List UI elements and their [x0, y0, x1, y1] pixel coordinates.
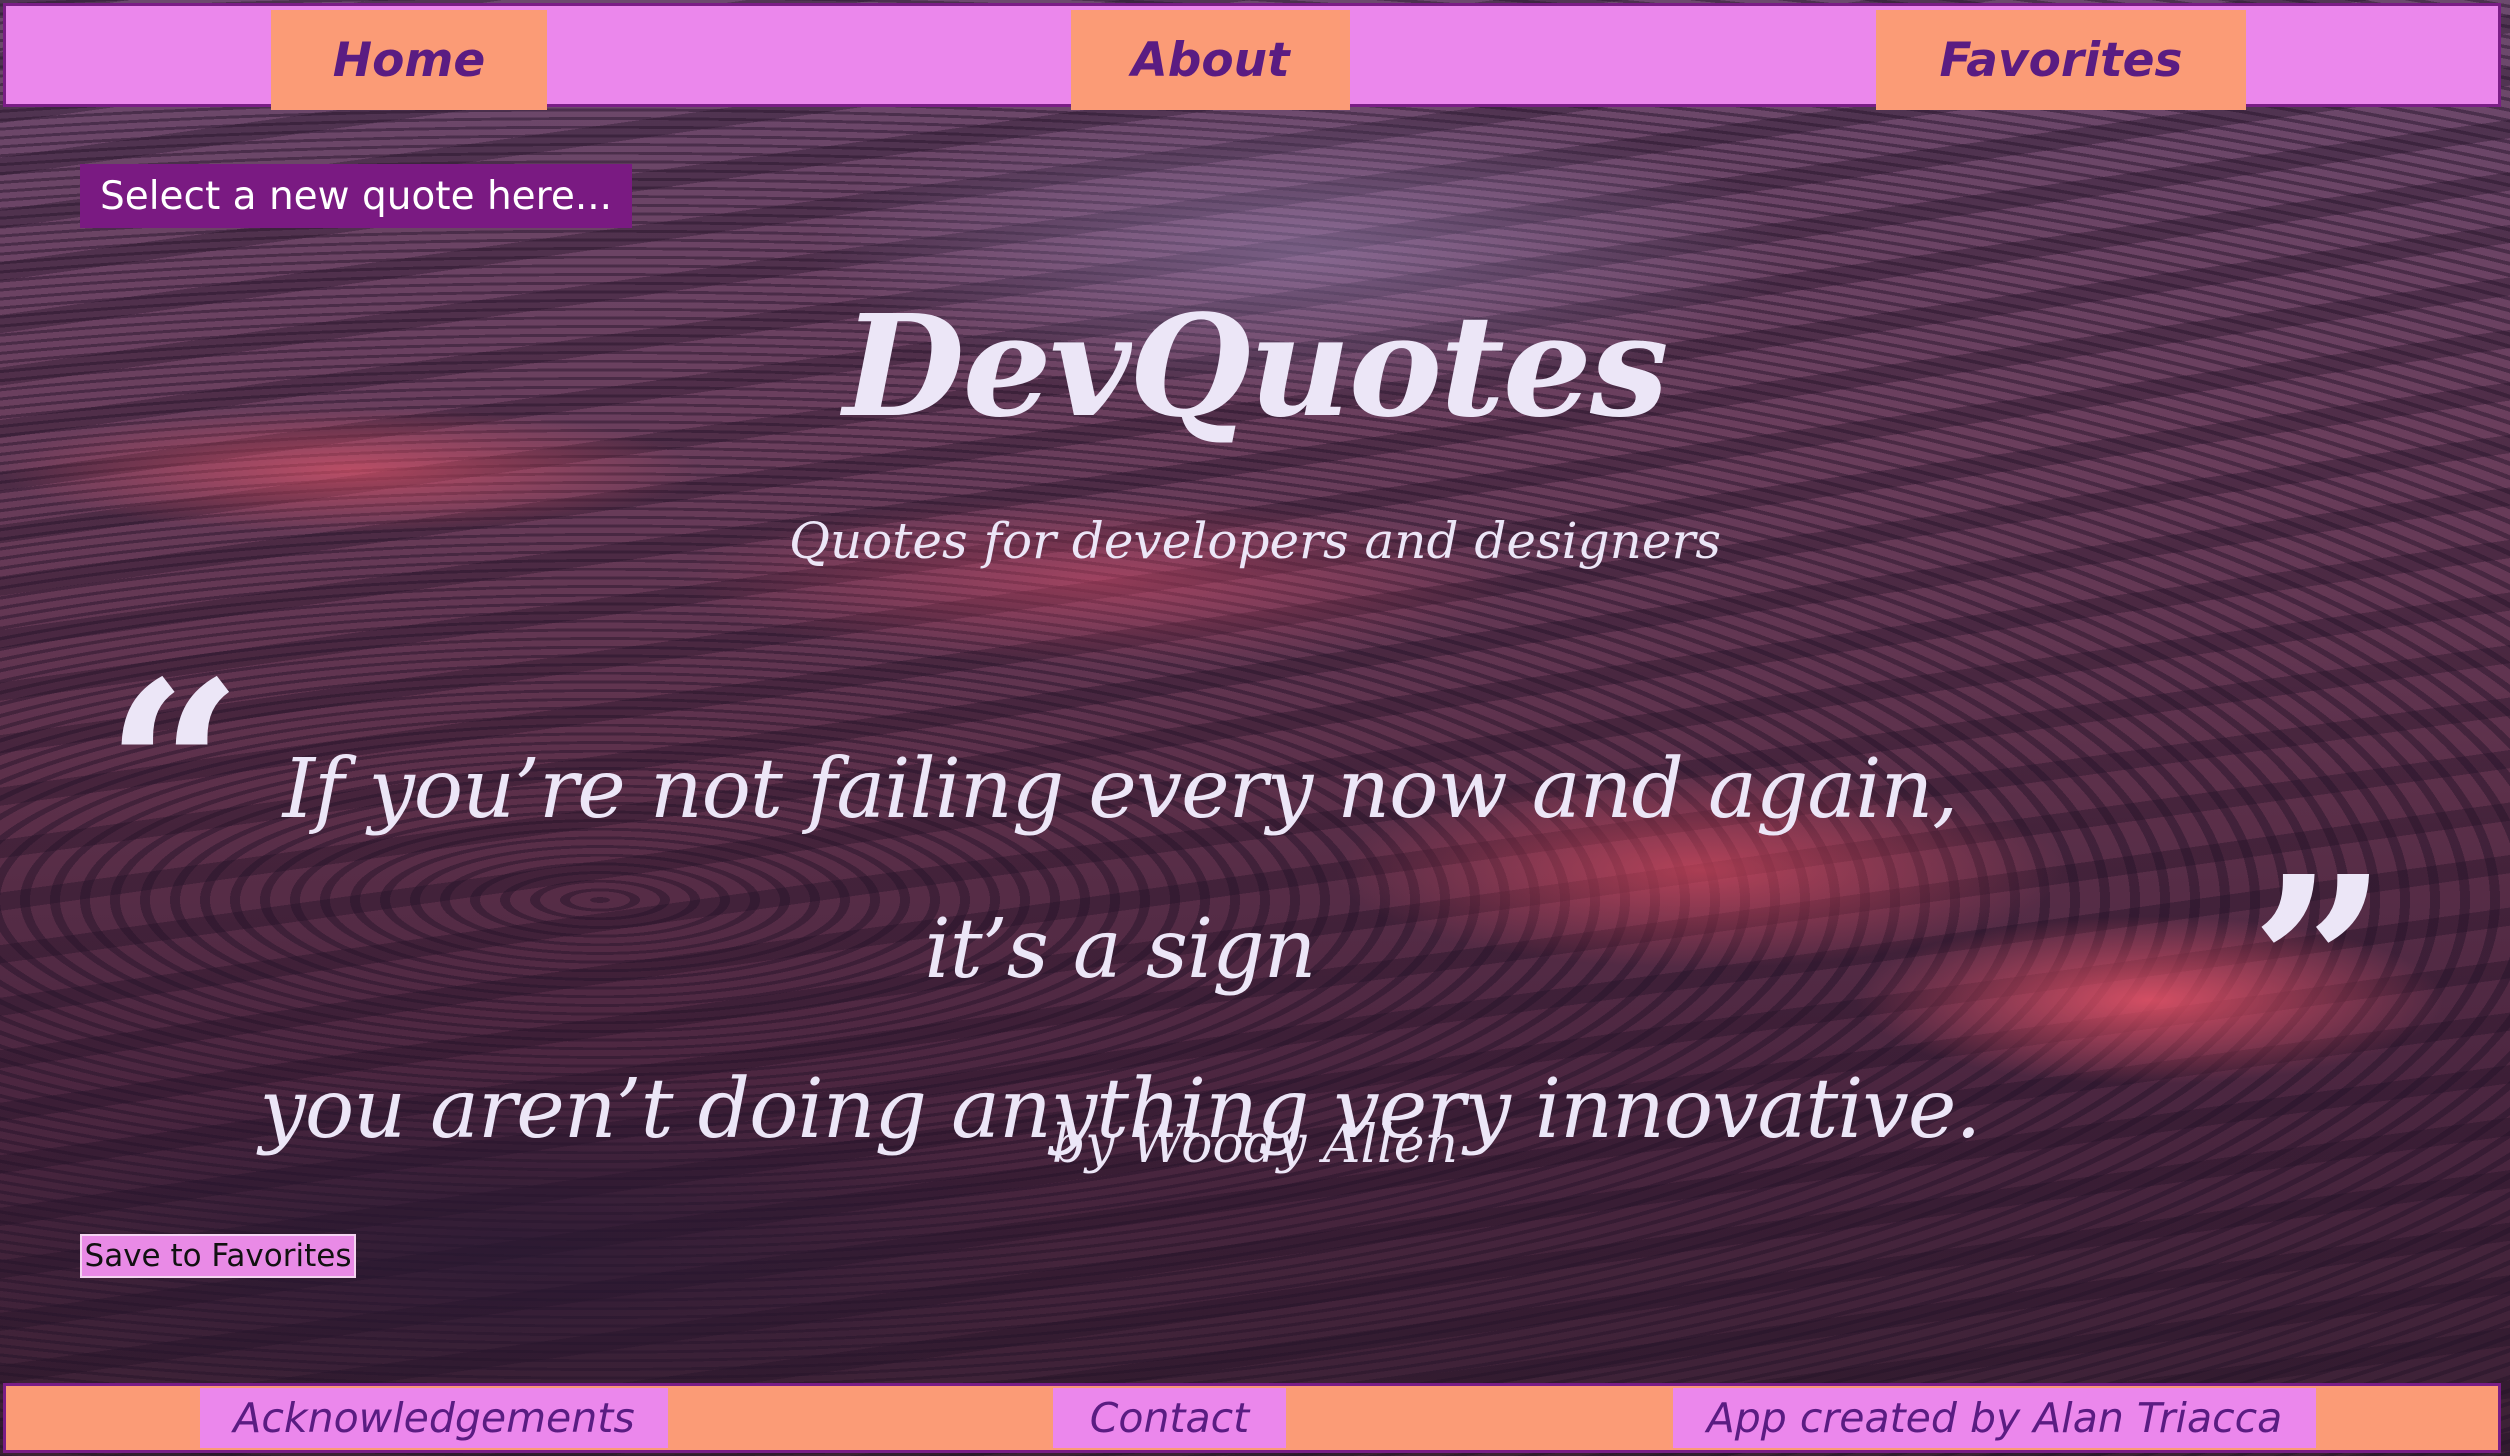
- footer-contact-link[interactable]: Contact: [1053, 1388, 1286, 1448]
- top-navbar: Home About Favorites: [3, 3, 2501, 110]
- footer-bar: Acknowledgements Contact App created by …: [3, 1383, 2501, 1453]
- quote-author: by Woody Allen: [1052, 1115, 1458, 1175]
- quote-line-1: If you’re not failing every now and agai…: [282, 742, 1959, 997]
- nav-about-link[interactable]: About: [1071, 10, 1350, 110]
- save-to-favorites-button[interactable]: Save to Favorites: [80, 1234, 356, 1278]
- footer-credit-link[interactable]: App created by Alan Triacca: [1673, 1388, 2316, 1448]
- app-title: DevQuotes: [843, 285, 1669, 449]
- nav-favorites-link[interactable]: Favorites: [1876, 10, 2246, 110]
- footer-acknowledgements-link[interactable]: Acknowledgements: [200, 1388, 668, 1448]
- nav-home-link[interactable]: Home: [271, 10, 547, 110]
- select-quote-dropdown[interactable]: Select a new quote here...: [80, 164, 632, 228]
- app-subtitle: Quotes for developers and designers: [788, 512, 1722, 570]
- close-quote-mark: ”: [2250, 824, 2389, 1106]
